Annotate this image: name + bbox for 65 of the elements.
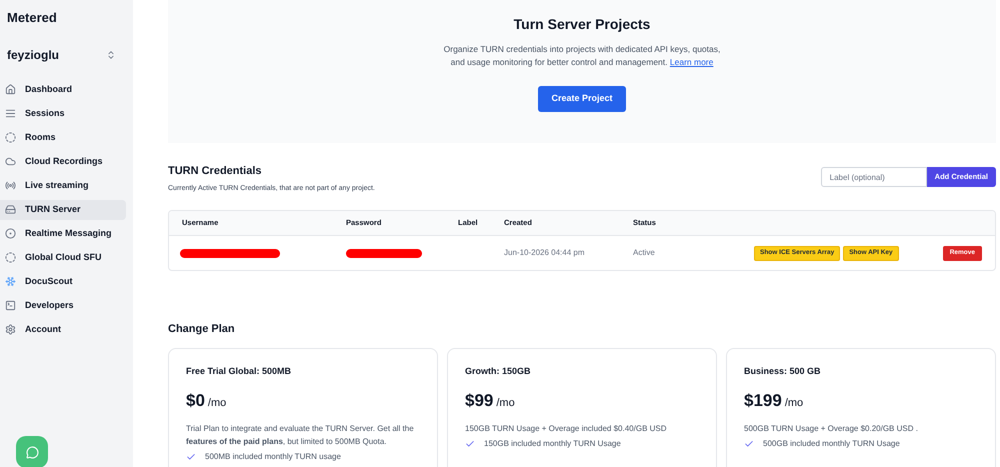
sidebar-item-label: Cloud Recordings [25,154,103,168]
learn-more-link[interactable]: Learn more [670,57,714,67]
credentials-title: TURN Credentials [168,164,263,179]
plan-name: Business: 500 GB [744,364,822,378]
plans-title: Change Plan [168,322,236,337]
status-cell: Active [633,248,655,257]
sidebar-item[interactable]: Dashboard [0,80,126,100]
home-icon [5,84,16,95]
terminal-icon [5,300,16,311]
projects-description: Organize TURN credentials into projects with dedicated API keys, quotas, and usage monitoring for better control and management. Learn more [442,43,722,69]
plan-period: /mo [208,396,226,411]
sidebar-item[interactable]: Sessions [0,104,126,124]
sidebar-item[interactable]: Realtime Messaging [0,224,126,244]
plan-price: $0 [186,390,205,412]
check-icon [465,438,475,448]
chat-icon [26,446,38,458]
dashed-circle-icon [5,252,16,263]
sidebar-item[interactable]: Rooms [0,128,126,148]
plan-period: /mo [784,396,804,411]
chat-button[interactable] [16,436,48,467]
dashed-circle-icon [5,132,16,143]
sidebar-item-label: Live streaming [25,178,89,192]
sidebar-item-label: Dashboard [25,82,72,96]
plan-period: /mo [496,396,515,411]
sidebar-item-label: DocuScout [25,274,73,288]
plan-price: $199 [744,390,782,412]
check-icon [744,438,754,448]
sidebar-item-label: Global Cloud SFU [25,250,102,264]
projects-title: Turn Server Projects [514,15,650,34]
server-icon [5,204,16,215]
snowflake-icon [5,276,16,287]
sidebar-item-label: Realtime Messaging [25,226,112,240]
sidebar-item-label: Developers [25,298,74,312]
sidebar-item-label: Account [25,322,61,336]
sidebar-item[interactable]: Live streaming [0,176,126,196]
plan-name: Growth: 150GB [465,364,532,378]
plan-feature: 500MB included monthly TURN usage [205,450,341,462]
sidebar-item[interactable]: TURN Server [0,200,126,220]
sidebar-item[interactable]: Cloud Recordings [0,152,126,172]
list-icon [5,108,16,119]
sidebar-item-label: TURN Server [25,202,81,216]
sidebar-item[interactable]: Account [0,320,126,340]
settings-icon [5,324,16,335]
plan-description: 500GB TURN Usage + Overage $0.20/GB USD . [744,422,919,434]
sidebar-item[interactable]: Developers [0,296,126,316]
created-cell: Jun-10-2026 04:44 pm [504,248,584,257]
brand-name: Metered [6,9,58,27]
create-project-button[interactable]: Create Project [538,86,626,112]
broadcast-icon [5,180,16,191]
plan-description: Trial Plan to integrate and evaluate the TURN Server. Get all the features of the paid plans, but limited to 500MB Quota. [186,422,415,448]
check-icon [186,452,196,462]
plan-feature: 500GB included monthly TURN Usage [763,438,900,450]
cloud-icon [5,156,16,167]
account-selector[interactable]: feyzioglu [7,46,126,64]
sidebar-item[interactable]: Global Cloud SFU [0,248,126,268]
plan-price: $99 [465,390,494,412]
chevrons-icon [106,50,116,60]
plan-name: Free Trial Global: 500MB [186,364,292,378]
target-icon [5,228,16,239]
sidebar-item-label: Rooms [25,130,56,144]
sidebar-item-label: Sessions [25,106,65,120]
sidebar-item[interactable]: DocuScout [0,272,126,292]
label-input[interactable]: Label (optional) [820,167,927,187]
plan-description: 150GB TURN Usage + Overage included $0.40/GB USD [465,422,668,434]
plan-feature: 150GB included monthly TURN Usage [484,438,621,450]
